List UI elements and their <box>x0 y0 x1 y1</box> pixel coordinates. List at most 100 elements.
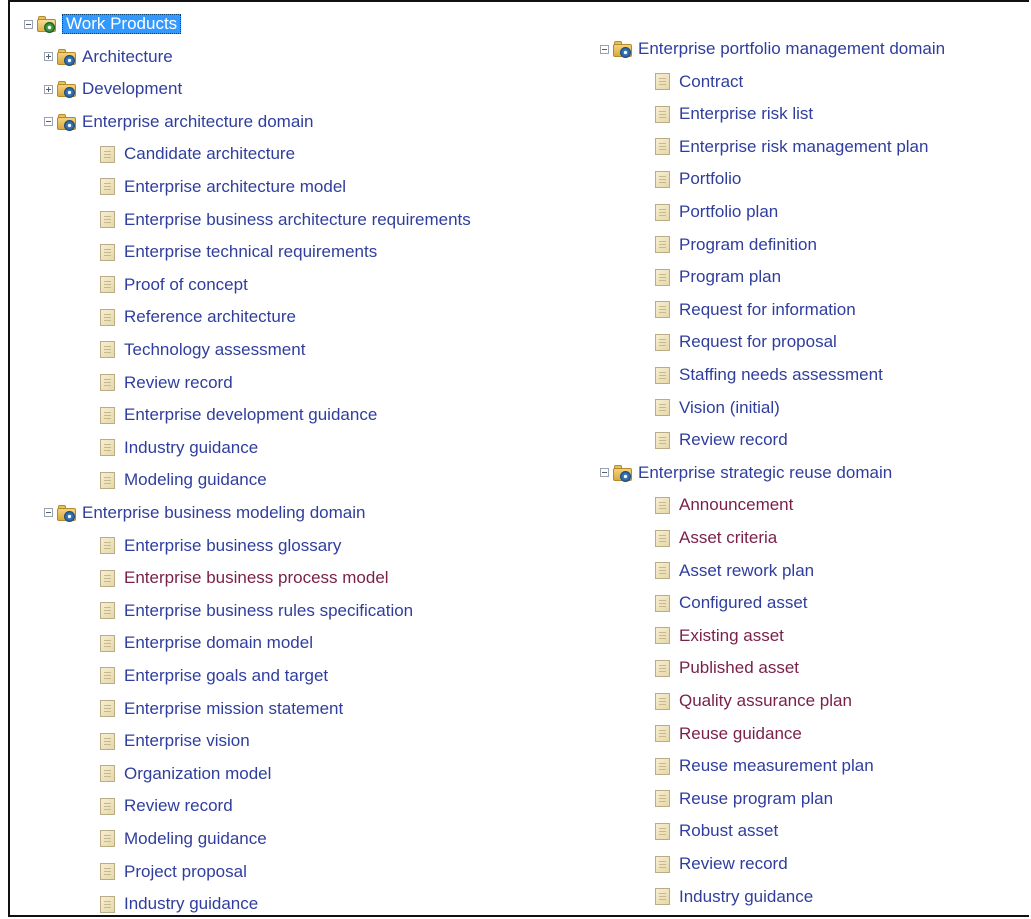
tree-item-label[interactable]: Enterprise risk management plan <box>679 137 928 157</box>
tree-item-label[interactable]: Reference architecture <box>124 307 296 327</box>
tree-item-label[interactable]: Review record <box>124 796 233 816</box>
tree-item-label[interactable]: Vision (initial) <box>679 398 780 418</box>
tree-leaf-review-record[interactable]: Review record <box>100 371 233 395</box>
tree-leaf-enterprise-development-guidance[interactable]: Enterprise development guidance <box>100 403 377 427</box>
tree-leaf-industry-guidance[interactable]: Industry guidance <box>100 892 258 916</box>
tree-leaf-robust-asset[interactable]: Robust asset <box>655 819 778 843</box>
tree-leaf-modeling-guidance[interactable]: Modeling guidance <box>100 468 267 492</box>
tree-item-label[interactable]: Existing asset <box>679 626 784 646</box>
tree-item-label[interactable]: Architecture <box>82 47 173 67</box>
tree-node-enterprise-portfolio-management-domain[interactable]: Enterprise portfolio management domain <box>600 37 945 61</box>
tree-leaf-project-proposal[interactable]: Project proposal <box>100 860 247 884</box>
tree-item-label[interactable]: Review record <box>679 854 788 874</box>
tree-item-label[interactable]: Enterprise business process model <box>124 568 389 588</box>
tree-item-label[interactable]: Enterprise portfolio management domain <box>638 39 945 59</box>
tree-item-label[interactable]: Organization model <box>124 764 271 784</box>
tree-item-label[interactable]: Enterprise business architecture require… <box>124 210 471 230</box>
tree-item-label[interactable]: Configured asset <box>679 593 808 613</box>
tree-leaf-quality-assurance-plan[interactable]: Quality assurance plan <box>655 689 852 713</box>
collapse-toggle-icon[interactable] <box>24 19 33 29</box>
tree-leaf-request-for-proposal[interactable]: Request for proposal <box>655 330 837 354</box>
tree-item-label[interactable]: Review record <box>679 430 788 450</box>
tree-item-label[interactable]: Enterprise business rules specification <box>124 601 413 621</box>
tree-leaf-technology-assessment[interactable]: Technology assessment <box>100 338 305 362</box>
tree-item-label[interactable]: Enterprise strategic reuse domain <box>638 463 892 483</box>
tree-leaf-contract[interactable]: Contract <box>655 70 743 94</box>
tree-leaf-industry-guidance[interactable]: Industry guidance <box>100 436 258 460</box>
tree-leaf-enterprise-risk-list[interactable]: Enterprise risk list <box>655 102 813 126</box>
tree-leaf-configured-asset[interactable]: Configured asset <box>655 591 808 615</box>
tree-node-enterprise-architecture-domain[interactable]: Enterprise architecture domain <box>44 110 314 134</box>
collapse-toggle-icon[interactable] <box>600 468 609 478</box>
tree-leaf-modeling-guidance[interactable]: Modeling guidance <box>100 827 267 851</box>
tree-leaf-asset-criteria[interactable]: Asset criteria <box>655 526 777 550</box>
expand-toggle-icon[interactable] <box>44 84 53 94</box>
tree-item-label[interactable]: Staffing needs assessment <box>679 365 883 385</box>
tree-leaf-program-definition[interactable]: Program definition <box>655 233 817 257</box>
tree-leaf-asset-rework-plan[interactable]: Asset rework plan <box>655 559 814 583</box>
tree-item-label[interactable]: Robust asset <box>679 821 778 841</box>
tree-leaf-vision-initial[interactable]: Vision (initial) <box>655 396 780 420</box>
tree-item-label[interactable]: Request for information <box>679 300 856 320</box>
tree-item-label[interactable]: Enterprise vision <box>124 731 250 751</box>
tree-node-architecture[interactable]: Architecture <box>44 45 173 69</box>
tree-leaf-reuse-guidance[interactable]: Reuse guidance <box>655 722 802 746</box>
tree-item-label[interactable]: Program plan <box>679 267 781 287</box>
tree-item-label[interactable]: Enterprise domain model <box>124 633 313 653</box>
tree-node-enterprise-business-modeling-domain[interactable]: Enterprise business modeling domain <box>44 501 366 525</box>
tree-item-label[interactable]: Modeling guidance <box>124 829 267 849</box>
collapse-toggle-icon[interactable] <box>44 117 53 127</box>
tree-leaf-review-record[interactable]: Review record <box>100 794 233 818</box>
tree-leaf-enterprise-risk-management-plan[interactable]: Enterprise risk management plan <box>655 135 928 159</box>
tree-leaf-request-for-information[interactable]: Request for information <box>655 298 856 322</box>
tree-leaf-reuse-program-plan[interactable]: Reuse program plan <box>655 787 833 811</box>
tree-item-label[interactable]: Candidate architecture <box>124 144 295 164</box>
tree-item-label[interactable]: Portfolio <box>679 169 741 189</box>
tree-item-label[interactable]: Industry guidance <box>124 438 258 458</box>
tree-item-label[interactable]: Reuse guidance <box>679 724 802 744</box>
tree-leaf-enterprise-goals-and-target[interactable]: Enterprise goals and target <box>100 664 328 688</box>
tree-item-label[interactable]: Quality assurance plan <box>679 691 852 711</box>
tree-item-label[interactable]: Enterprise business modeling domain <box>82 503 366 523</box>
collapse-toggle-icon[interactable] <box>44 508 53 518</box>
tree-item-label[interactable]: Enterprise goals and target <box>124 666 328 686</box>
tree-node-development[interactable]: Development <box>44 77 182 101</box>
tree-item-label[interactable]: Development <box>82 79 182 99</box>
tree-leaf-reuse-measurement-plan[interactable]: Reuse measurement plan <box>655 754 874 778</box>
tree-item-label[interactable]: Enterprise mission statement <box>124 699 343 719</box>
tree-item-label[interactable]: Enterprise architecture model <box>124 177 346 197</box>
tree-leaf-enterprise-vision[interactable]: Enterprise vision <box>100 729 250 753</box>
tree-item-label[interactable]: Industry guidance <box>679 887 813 907</box>
tree-leaf-enterprise-business-glossary[interactable]: Enterprise business glossary <box>100 534 341 558</box>
tree-leaf-review-record[interactable]: Review record <box>655 428 788 452</box>
tree-leaf-organization-model[interactable]: Organization model <box>100 762 271 786</box>
tree-leaf-reference-architecture[interactable]: Reference architecture <box>100 305 296 329</box>
tree-item-label[interactable]: Technology assessment <box>124 340 305 360</box>
tree-leaf-published-asset[interactable]: Published asset <box>655 656 799 680</box>
tree-item-label[interactable]: Reuse measurement plan <box>679 756 874 776</box>
tree-item-label[interactable]: Announcement <box>679 495 793 515</box>
tree-item-label[interactable]: Asset rework plan <box>679 561 814 581</box>
tree-leaf-enterprise-business-architecture-requirements[interactable]: Enterprise business architecture require… <box>100 208 471 232</box>
tree-item-label[interactable]: Portfolio plan <box>679 202 778 222</box>
tree-item-label[interactable]: Enterprise risk list <box>679 104 813 124</box>
tree-leaf-industry-guidance[interactable]: Industry guidance <box>655 885 813 909</box>
tree-leaf-review-record[interactable]: Review record <box>655 852 788 876</box>
tree-leaf-portfolio[interactable]: Portfolio <box>655 167 741 191</box>
tree-leaf-enterprise-domain-model[interactable]: Enterprise domain model <box>100 631 313 655</box>
tree-item-label[interactable]: Published asset <box>679 658 799 678</box>
tree-item-label[interactable]: Enterprise architecture domain <box>82 112 314 132</box>
tree-leaf-candidate-architecture[interactable]: Candidate architecture <box>100 142 295 166</box>
tree-item-label[interactable]: Enterprise business glossary <box>124 536 341 556</box>
tree-leaf-enterprise-mission-statement[interactable]: Enterprise mission statement <box>100 697 343 721</box>
tree-leaf-staffing-needs-assessment[interactable]: Staffing needs assessment <box>655 363 883 387</box>
expand-toggle-icon[interactable] <box>44 52 53 61</box>
collapse-toggle-icon[interactable] <box>600 44 609 54</box>
tree-item-label[interactable]: Proof of concept <box>124 275 248 295</box>
tree-item-label[interactable]: Industry guidance <box>124 894 258 914</box>
tree-item-label[interactable]: Program definition <box>679 235 817 255</box>
tree-item-label[interactable]: Request for proposal <box>679 332 837 352</box>
tree-item-label[interactable]: Asset criteria <box>679 528 777 548</box>
tree-item-label[interactable]: Enterprise technical requirements <box>124 242 377 262</box>
tree-leaf-enterprise-business-process-model[interactable]: Enterprise business process model <box>100 566 389 590</box>
